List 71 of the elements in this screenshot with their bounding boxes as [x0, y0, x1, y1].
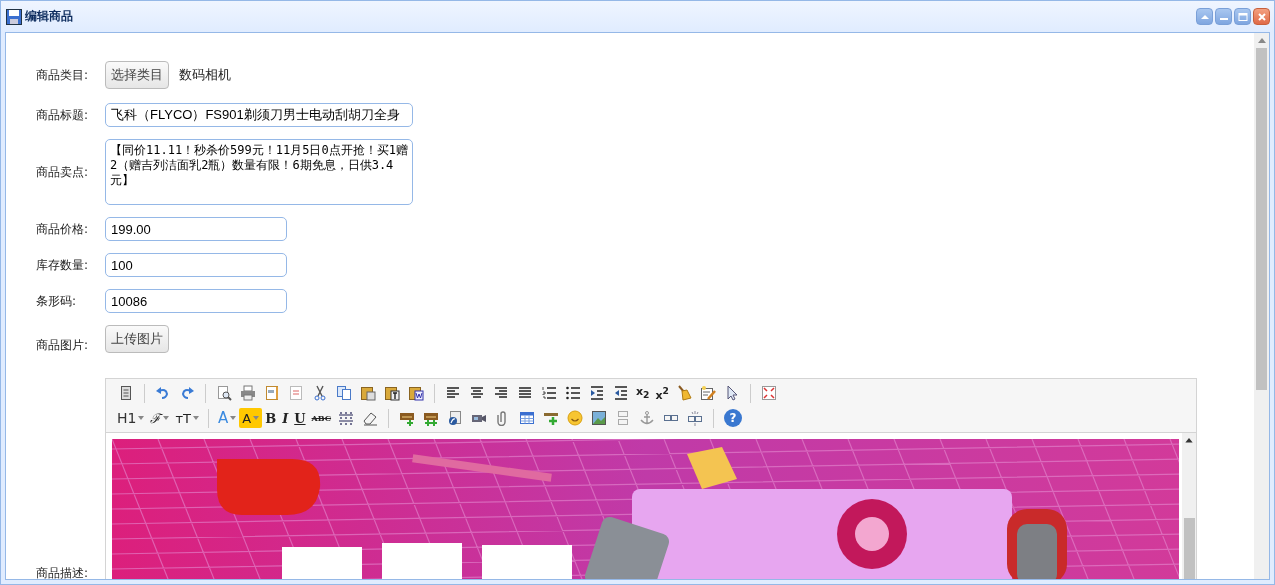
input-field[interactable]: 100 [105, 253, 287, 277]
input-field[interactable]: 199.00 [105, 217, 287, 241]
outdent-icon[interactable] [613, 385, 629, 401]
highlight-color-dropdown[interactable]: A [239, 408, 263, 428]
select-category-button[interactable]: 选择类目 [105, 61, 169, 89]
close-button[interactable] [1253, 8, 1270, 25]
subscript-button[interactable]: x$_{2}$ [633, 383, 653, 403]
table-icon[interactable] [519, 410, 536, 426]
redo-icon[interactable] [179, 385, 195, 401]
field-label: 商品价格: [36, 220, 90, 238]
heading-dropdown[interactable]: H1 [114, 408, 148, 428]
printer-icon[interactable] [240, 385, 256, 401]
field-label: 库存数量: [36, 256, 90, 274]
help-button[interactable]: ? [724, 409, 743, 427]
magnifier-icon[interactable] [216, 385, 232, 401]
brush-icon[interactable] [675, 385, 692, 401]
font-size-dropdown[interactable]: ᴛT [172, 408, 202, 428]
line-insert-icon[interactable] [543, 410, 560, 426]
image-icon[interactable] [591, 410, 608, 426]
field-label: 商品图片: [36, 337, 90, 354]
indent-icon[interactable] [589, 385, 605, 401]
clipboard-icon[interactable] [360, 385, 376, 401]
broken-link-icon[interactable] [687, 410, 704, 426]
input-field[interactable]: 飞科（FLYCO）FS901剃须刀男士电动刮胡刀全身 [105, 103, 413, 127]
field-label: 商品描述: [36, 565, 90, 579]
grid-icon[interactable] [338, 410, 355, 426]
font-family-dropdown[interactable]: ℱ [147, 408, 173, 428]
superscript-button[interactable]: x$^{2}$ [652, 383, 672, 403]
document-icon[interactable] [118, 385, 134, 401]
justify-icon[interactable] [517, 385, 533, 401]
document-icon[interactable] [264, 385, 280, 401]
strikethrough-button[interactable]: ABC [308, 408, 335, 428]
maximize-icon [1237, 11, 1248, 22]
textarea-field[interactable]: 【同价11.11！秒杀价599元！11月5日0点开抢！买1赠2（赠吉列洁面乳2瓶）数量有限！6期免息，日供3.4元】 [105, 139, 413, 205]
align-right-icon[interactable] [493, 385, 509, 401]
collapse-button[interactable] [1196, 8, 1213, 25]
align-center-icon[interactable] [469, 385, 485, 401]
bullet-list-icon[interactable] [565, 385, 581, 401]
row-insert-icon[interactable] [399, 410, 416, 426]
window-title: 编辑商品 [25, 8, 73, 25]
eraser-icon[interactable] [362, 410, 379, 426]
undo-icon[interactable] [155, 385, 171, 401]
field-label: 商品标题: [36, 106, 90, 124]
minimize-button[interactable] [1215, 8, 1232, 25]
upload-image-button[interactable]: 上传图片 [105, 325, 169, 353]
bold-button[interactable]: B [262, 408, 280, 428]
close-icon [1256, 11, 1267, 22]
scissors-icon[interactable] [312, 385, 328, 401]
document-icon[interactable] [447, 410, 464, 426]
scroll-up-arrow-icon[interactable] [1185, 438, 1193, 443]
clipboard-icon[interactable] [408, 385, 424, 401]
fullscreen-icon[interactable] [760, 385, 777, 401]
clipboard-icon[interactable] [384, 385, 400, 401]
copy-icon[interactable] [336, 385, 352, 401]
numbered-list-icon[interactable] [541, 385, 557, 401]
scrollbar[interactable] [1254, 33, 1269, 579]
minimize-icon [1219, 18, 1228, 20]
row-insert-icon[interactable] [423, 410, 440, 426]
anchor-icon[interactable] [639, 410, 656, 426]
field-label: 商品类目: [36, 66, 90, 84]
underline-button[interactable]: U [291, 408, 309, 428]
category-value: 数码相机 [179, 66, 231, 84]
document-icon[interactable] [699, 385, 716, 401]
field-label: 条形码: [36, 292, 78, 310]
field-label: 商品卖点: [36, 163, 90, 181]
input-field[interactable]: 10086 [105, 289, 287, 313]
italic-button[interactable]: I [279, 408, 292, 428]
smiley-icon[interactable] [567, 410, 584, 426]
scrollbar[interactable] [1182, 433, 1196, 579]
maximize-button[interactable] [1234, 8, 1251, 25]
align-left-icon[interactable] [445, 385, 461, 401]
